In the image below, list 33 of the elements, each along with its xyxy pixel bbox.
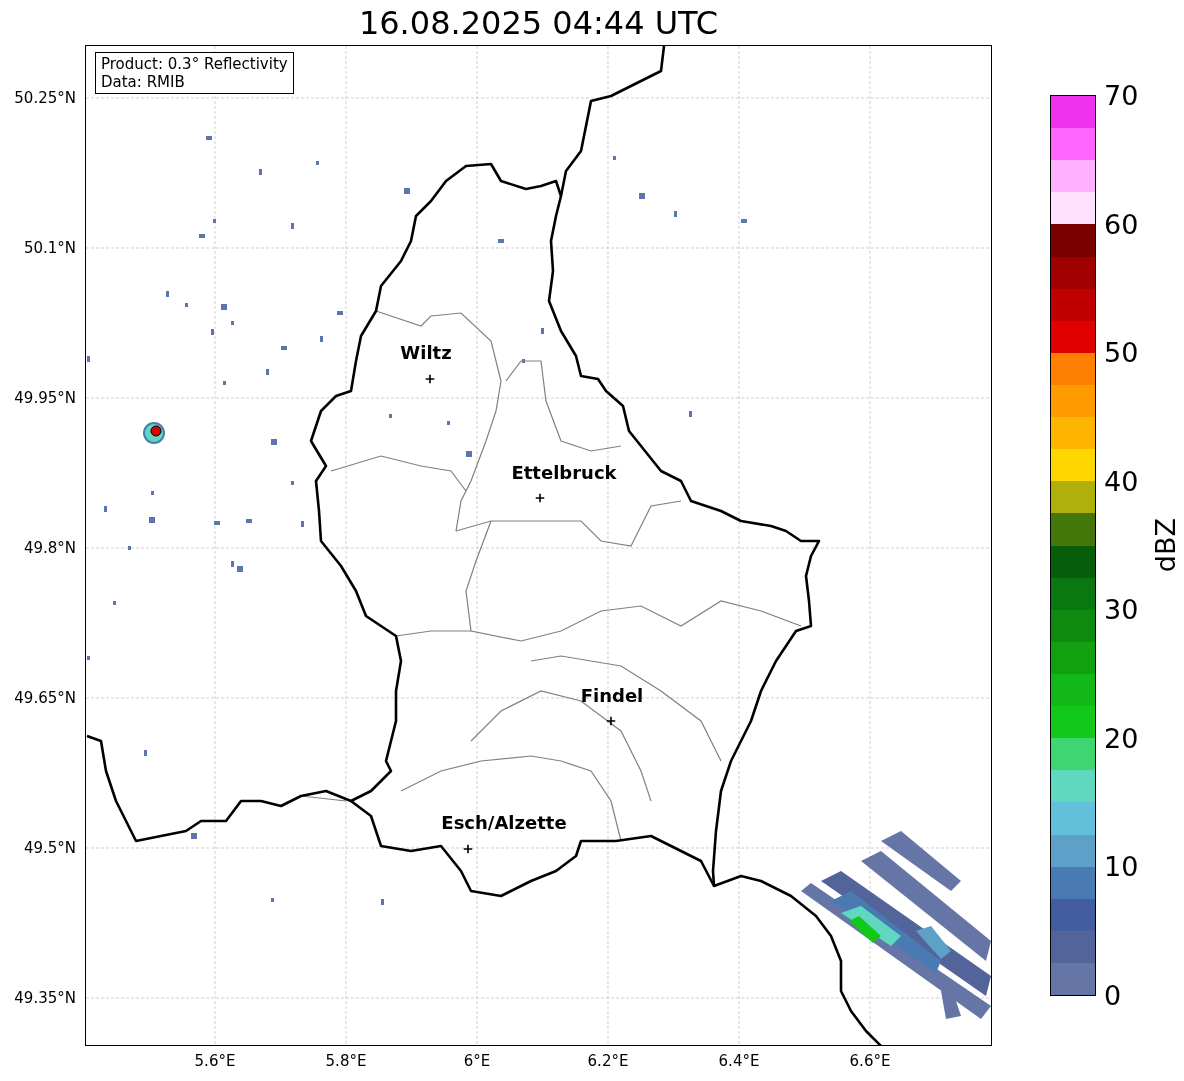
longitude-label: 5.6°E <box>194 1052 236 1070</box>
colorbar-tick-label: 10 <box>1104 852 1139 880</box>
latitude-label: 50.1°N <box>23 239 76 257</box>
colorbar-tick-label: 40 <box>1104 467 1139 495</box>
longitude-label: 6.6°E <box>849 1052 891 1070</box>
latitude-label: 49.8°N <box>23 539 76 557</box>
city-label: Findel <box>580 685 644 706</box>
info-text: Product: 0.3° Reflectivity <box>101 55 288 73</box>
city-label: Wiltz <box>400 342 452 363</box>
colorbar-tick-label: 70 <box>1104 81 1139 109</box>
city-marker-icon <box>606 716 616 726</box>
longitude-label: 5.8°E <box>325 1052 367 1070</box>
colorbar-tick-label: 20 <box>1104 724 1139 752</box>
city-marker-icon <box>425 374 435 384</box>
city-marker-icon <box>535 493 545 503</box>
longitude-label: 6°E <box>463 1052 491 1070</box>
latitude-label: 49.5°N <box>23 839 76 857</box>
city-marker-icon <box>463 844 473 854</box>
longitude-label: 6.4°E <box>718 1052 760 1070</box>
latitude-label: 50.25°N <box>14 89 76 107</box>
colorbar-label: dBZ <box>1150 518 1181 573</box>
city-label: Ettelbruck <box>511 462 617 483</box>
latitude-label: 49.65°N <box>14 689 76 707</box>
latitude-label: 49.35°N <box>14 989 76 1007</box>
chart-title: 16.08.2025 04:44 UTC <box>358 6 719 39</box>
colorbar-tick-label: 30 <box>1104 595 1139 623</box>
longitude-label: 6.2°E <box>587 1052 629 1070</box>
colorbar-tick-label: 0 <box>1104 981 1122 1009</box>
city-label: Esch/Alzette <box>441 812 567 833</box>
info-text: Data: RMIB <box>101 73 186 91</box>
latitude-label: 49.95°N <box>14 389 76 407</box>
colorbar-tick-label: 60 <box>1104 210 1139 238</box>
colorbar-tick-label: 50 <box>1104 338 1139 366</box>
